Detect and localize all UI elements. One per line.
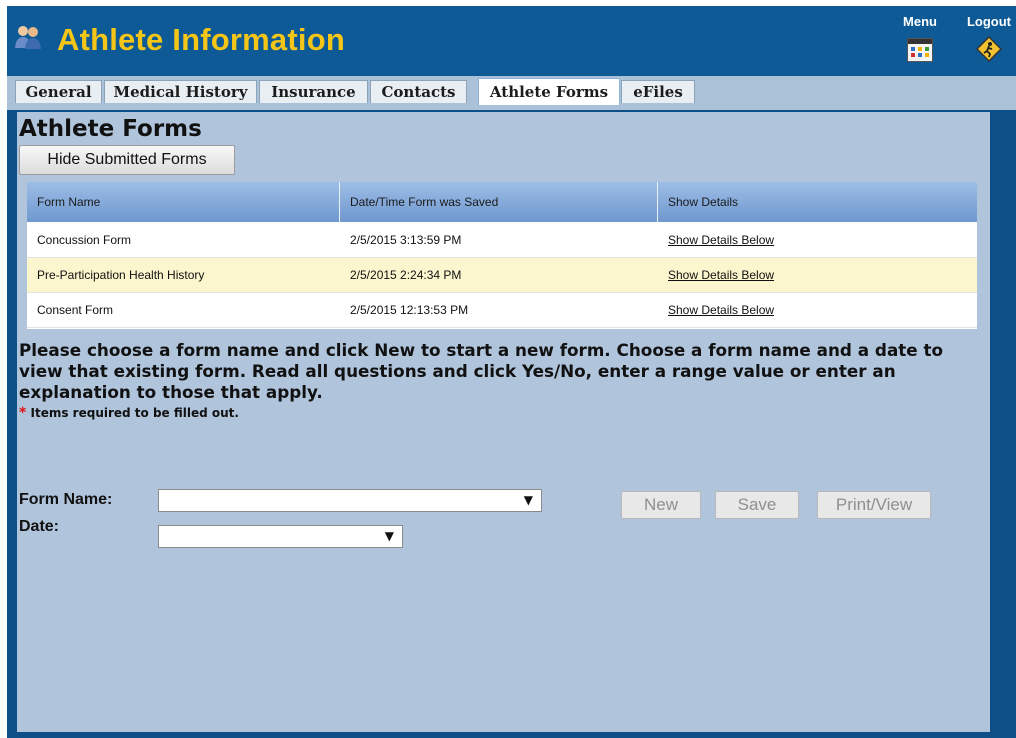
tab-bar: General Medical History Insurance Contac…	[7, 76, 1016, 110]
menu-grid-icon	[907, 38, 933, 62]
forms-table: Form Name Date/Time Form was Saved Show …	[27, 182, 977, 329]
table-row[interactable]: Consent Form 2/5/2015 12:13:53 PM Show D…	[27, 293, 977, 328]
row-form-name: Concussion Form	[37, 233, 132, 247]
content-panel: Athlete Forms Hide Submitted Forms Form …	[17, 112, 990, 732]
row-form-name: Consent Form	[37, 303, 114, 317]
dropdown-arrow-icon: ▼	[384, 529, 394, 543]
form-name-label: Form Name:	[19, 491, 113, 508]
print-view-button[interactable]: Print/View	[817, 491, 931, 519]
show-details-link[interactable]: Show Details Below	[668, 223, 774, 257]
app-title: Athlete Information	[57, 22, 345, 57]
logout-button[interactable]: Logout	[962, 14, 1016, 62]
table-header: Form Name Date/Time Form was Saved Show …	[27, 182, 977, 222]
new-button[interactable]: New	[621, 491, 701, 519]
menu-label: Menu	[903, 14, 937, 29]
required-star: *	[19, 405, 27, 421]
tab-medical-history[interactable]: Medical History	[104, 80, 257, 103]
show-details-link[interactable]: Show Details Below	[668, 258, 774, 292]
row-date-saved: 2/5/2015 12:13:53 PM	[350, 303, 469, 317]
table-row[interactable]: Concussion Form 2/5/2015 3:13:59 PM Show…	[27, 223, 977, 258]
hide-submitted-forms-button[interactable]: Hide Submitted Forms	[19, 145, 235, 175]
row-date-saved: 2/5/2015 3:13:59 PM	[350, 233, 462, 247]
row-form-name: Pre-Participation Health History	[37, 268, 205, 282]
date-select[interactable]: ▼	[158, 525, 403, 548]
menu-button[interactable]: Menu	[900, 14, 940, 62]
required-note-text: Items required to be filled out.	[30, 406, 239, 420]
column-show-details[interactable]: Show Details	[668, 182, 738, 222]
date-label: Date:	[19, 518, 60, 535]
column-date-saved[interactable]: Date/Time Form was Saved	[350, 182, 498, 222]
page-title: Athlete Forms	[19, 116, 202, 142]
instructions-text: Please choose a form name and click New …	[19, 340, 944, 402]
tab-efiles[interactable]: eFiles	[621, 80, 695, 103]
tab-general[interactable]: General	[15, 80, 102, 103]
athletes-icon	[15, 26, 41, 49]
column-form-name[interactable]: Form Name	[37, 182, 100, 222]
tab-contacts[interactable]: Contacts	[370, 80, 467, 103]
tab-insurance[interactable]: Insurance	[259, 80, 368, 103]
form-name-select[interactable]: ▼	[158, 489, 542, 512]
dropdown-arrow-icon: ▼	[523, 493, 533, 507]
header-bar: Athlete Information Menu Logout	[7, 6, 1016, 76]
tab-athlete-forms[interactable]: Athlete Forms	[478, 78, 620, 105]
row-date-saved: 2/5/2015 2:24:34 PM	[350, 268, 462, 282]
logout-label: Logout	[966, 14, 1012, 29]
logout-runner-icon	[976, 36, 1002, 62]
table-row[interactable]: Pre-Participation Health History 2/5/201…	[27, 258, 977, 293]
show-details-link[interactable]: Show Details Below	[668, 293, 774, 327]
required-note: * Items required to be filled out.	[19, 405, 239, 421]
save-button[interactable]: Save	[715, 491, 799, 519]
